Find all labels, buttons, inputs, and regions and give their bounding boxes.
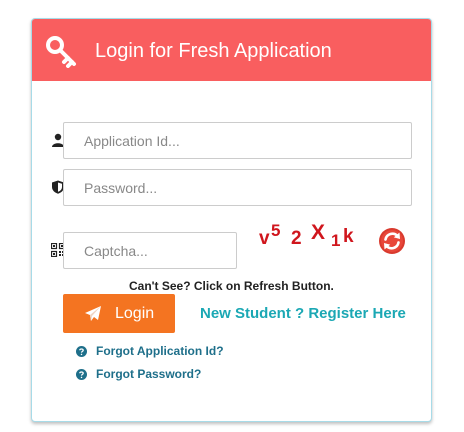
refresh-icon[interactable] — [378, 227, 406, 255]
captcha-char: v — [259, 228, 270, 249]
captcha-hint: Can't See? Click on Refresh Button. — [129, 279, 334, 293]
captcha-char: X — [311, 221, 326, 244]
register-link[interactable]: New Student ? Register Here — [200, 305, 406, 322]
forgot-password-label: Forgot Password? — [96, 367, 202, 381]
captcha-char: 2 — [291, 228, 302, 249]
question-circle-icon — [76, 346, 87, 357]
login-button-label: Login — [115, 305, 155, 322]
question-circle-icon — [76, 369, 87, 380]
login-button[interactable]: Login — [63, 294, 175, 333]
captcha-image: v 5 2 X 1 k — [259, 219, 367, 257]
captcha-char: 1 — [331, 231, 341, 250]
password-input[interactable] — [63, 169, 412, 206]
key-icon — [46, 36, 76, 68]
page-title: Login for Fresh Application — [95, 40, 332, 62]
captcha-char: 5 — [271, 221, 281, 240]
captcha-input[interactable] — [63, 232, 237, 269]
forgot-application-id-label: Forgot Application Id? — [96, 344, 224, 358]
captcha-char: k — [343, 226, 354, 247]
application-id-input[interactable] — [63, 122, 412, 159]
card-header: Login for Fresh Application — [32, 19, 431, 81]
login-card: Login for Fresh Application v 5 2 X 1 k — [31, 18, 432, 422]
paper-plane-icon — [85, 306, 101, 321]
